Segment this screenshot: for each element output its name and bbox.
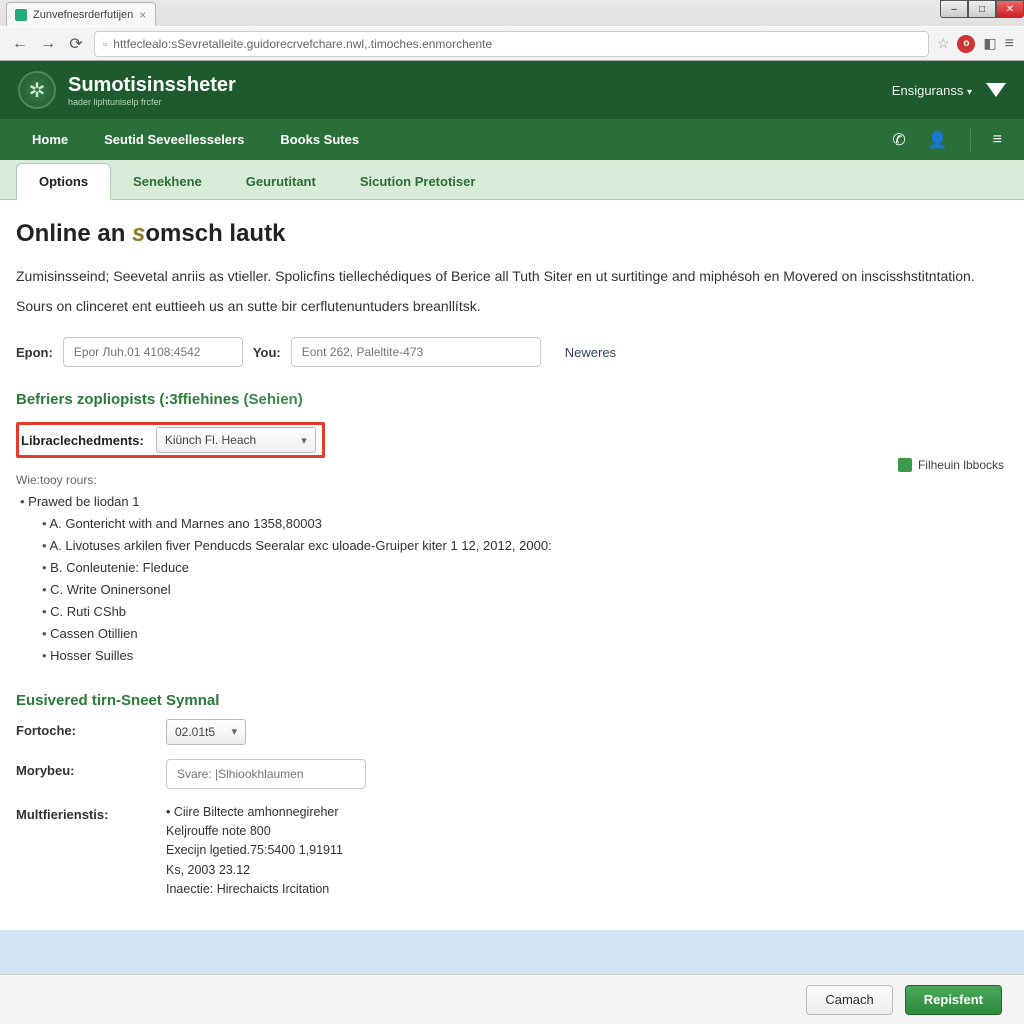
footer-bar: Camach Repisfent [0,974,1024,1024]
browser-tab[interactable]: Zunvefnesrderfutijen × [6,2,156,26]
back-button[interactable]: ← [10,34,30,54]
static-line: Execijn lgetied.75:5400 1,91911 [166,841,1008,860]
nav-item-seutid[interactable]: Seutid Seveellesselers [86,119,262,160]
libraclechedments-label: Libraclechedments: [21,433,144,448]
url-text: httfeclealo:sSevretalleite.guidorecrvefc… [113,37,492,51]
section-eusivered-title: Eusivered tirn-Sneet Symnal [16,692,1008,709]
brand-logo-icon: ✲ [18,71,56,109]
brand-title: Sumotisinssheter [68,74,236,97]
main-nav: Home Seutid Seveellesselers Books Sutes … [0,119,1024,160]
list-item: C. Write Oninersonel [42,579,1008,601]
page-icon: ▫ [103,37,107,51]
static-line: Keljrouffe note 800 [166,822,1008,841]
phone-icon[interactable]: ✆ [892,130,905,150]
section-befriers-title: Befriers zopliopists (:3ffiehines (Sehie… [16,391,1008,408]
window-minimize-button[interactable]: – [940,0,968,18]
morybeu-label: Morybeu: [16,759,166,778]
neweres-link[interactable]: Neweres [565,345,616,360]
page-content: Online an somsch lautk Zumisinsseind; Se… [0,200,1024,930]
inputs-row: Epon: You: Neweres [16,337,1008,367]
tab-sicution[interactable]: Sicution Pretotiser [338,164,498,199]
you-input[interactable] [291,337,541,367]
bookmark-star-icon[interactable]: ☆ [937,35,950,52]
page-title: Online an somsch lautk [16,220,1008,248]
epon-label: Epon: [16,345,53,360]
cancel-button[interactable]: Camach [806,985,892,1015]
forward-button[interactable]: → [38,34,58,54]
tab-close-icon[interactable]: × [139,8,146,22]
address-bar: ← → ⟳ ▫ httfeclealo:sSevretalleite.guido… [0,26,1024,60]
tab-bar: Zunvefnesrderfutijen × – □ ✕ [0,0,1024,26]
static-line: Ks, 2003 23.12 [166,861,1008,880]
extension-badge-icon[interactable]: o [957,35,975,53]
highlight-box: Libraclechedments: Kiünch Fl. Heach [16,422,325,458]
list-item: B. Conleutenie: Fleduce [42,557,1008,579]
multfierienstis-label: Multfierienstis: [16,803,166,822]
notes-header: Wie:tooy rours: [16,470,1008,490]
list-item: Hosser Suilles [42,645,1008,667]
brand[interactable]: ✲ Sumotisinssheter hader liphtuniselp fr… [18,71,236,109]
browser-menu-icon[interactable]: ≡ [1005,35,1014,53]
user-menu-icon[interactable] [986,83,1006,97]
tab-geurutitant[interactable]: Geurutitant [224,164,338,199]
brand-subtitle: hader liphtuniselp frcfer [68,97,236,107]
multfierienstis-block: • Ciire Biltecte amhonnegireher Keljrouf… [166,803,1008,900]
menu-icon[interactable]: ≡ [993,131,1002,149]
fortoche-label: Fortoche: [16,719,166,738]
title-accent-icon: s [132,220,145,247]
site-header: ✲ Sumotisinssheter hader liphtuniselp fr… [0,61,1024,119]
window-close-button[interactable]: ✕ [996,0,1024,18]
epon-input[interactable] [63,337,243,367]
browser-chrome: Zunvefnesrderfutijen × – □ ✕ ← → ⟳ ▫ htt… [0,0,1024,61]
reload-button[interactable]: ⟳ [66,34,86,54]
list-item: A. Gontericht with and Marnes ano 1358,8… [42,513,1008,535]
static-line: • Ciire Biltecte amhonnegireher [166,803,1008,822]
tab-senekhene[interactable]: Senekhene [111,164,224,199]
extension-icon[interactable]: ◧ [983,35,996,52]
favicon-icon [15,9,27,21]
user-icon[interactable]: 👤 [928,130,948,150]
form-grid: Fortoche: 02.01t5 Morybeu: Multfierienst… [16,719,1008,900]
nav-item-home[interactable]: Home [14,119,86,160]
list-item: A. Livotuses arkilen fiver Penducds Seer… [42,535,1008,557]
tab-options[interactable]: Options [16,163,111,200]
nav-divider [970,129,971,151]
notes-block: Wie:tooy rours: Prawed be liodan 1 A. Go… [16,470,1008,667]
fortoche-select[interactable]: 02.01t5 [166,719,246,745]
submit-button[interactable]: Repisfent [905,985,1002,1015]
flag-filheuin[interactable]: Filheuin lbbocks [898,458,1004,472]
intro-paragraph-2: Sours on clinceret ent euttieeh us an su… [16,296,1008,318]
you-label: You: [253,345,281,360]
list-item: C. Ruti CShb [42,601,1008,623]
libraclechedments-select[interactable]: Kiünch Fl. Heach [156,427,316,453]
nav-item-books[interactable]: Books Sutes [262,119,377,160]
static-line: Inaectie: Hirechaicts Ircitation [166,880,1008,899]
list-item: Cassen Otillien [42,623,1008,645]
list-item: Prawed be liodan 1 [20,491,1008,513]
url-input[interactable]: ▫ httfeclealo:sSevretalleite.guidorecrve… [94,31,929,57]
flag-icon [898,458,912,472]
tab-title: Zunvefnesrderfutijen [33,9,133,21]
flag-label: Filheuin lbbocks [918,458,1004,472]
intro-paragraph-1: Zumisinsseind; Seevetal anriis as vtiell… [16,266,1008,288]
morybeu-input[interactable] [166,759,366,789]
sub-tabs: Options Senekhene Geurutitant Sicution P… [0,160,1024,200]
header-dropdown[interactable]: Ensiguranss ▾ [892,83,972,98]
window-controls: – □ ✕ [940,0,1024,18]
window-maximize-button[interactable]: □ [968,0,996,18]
